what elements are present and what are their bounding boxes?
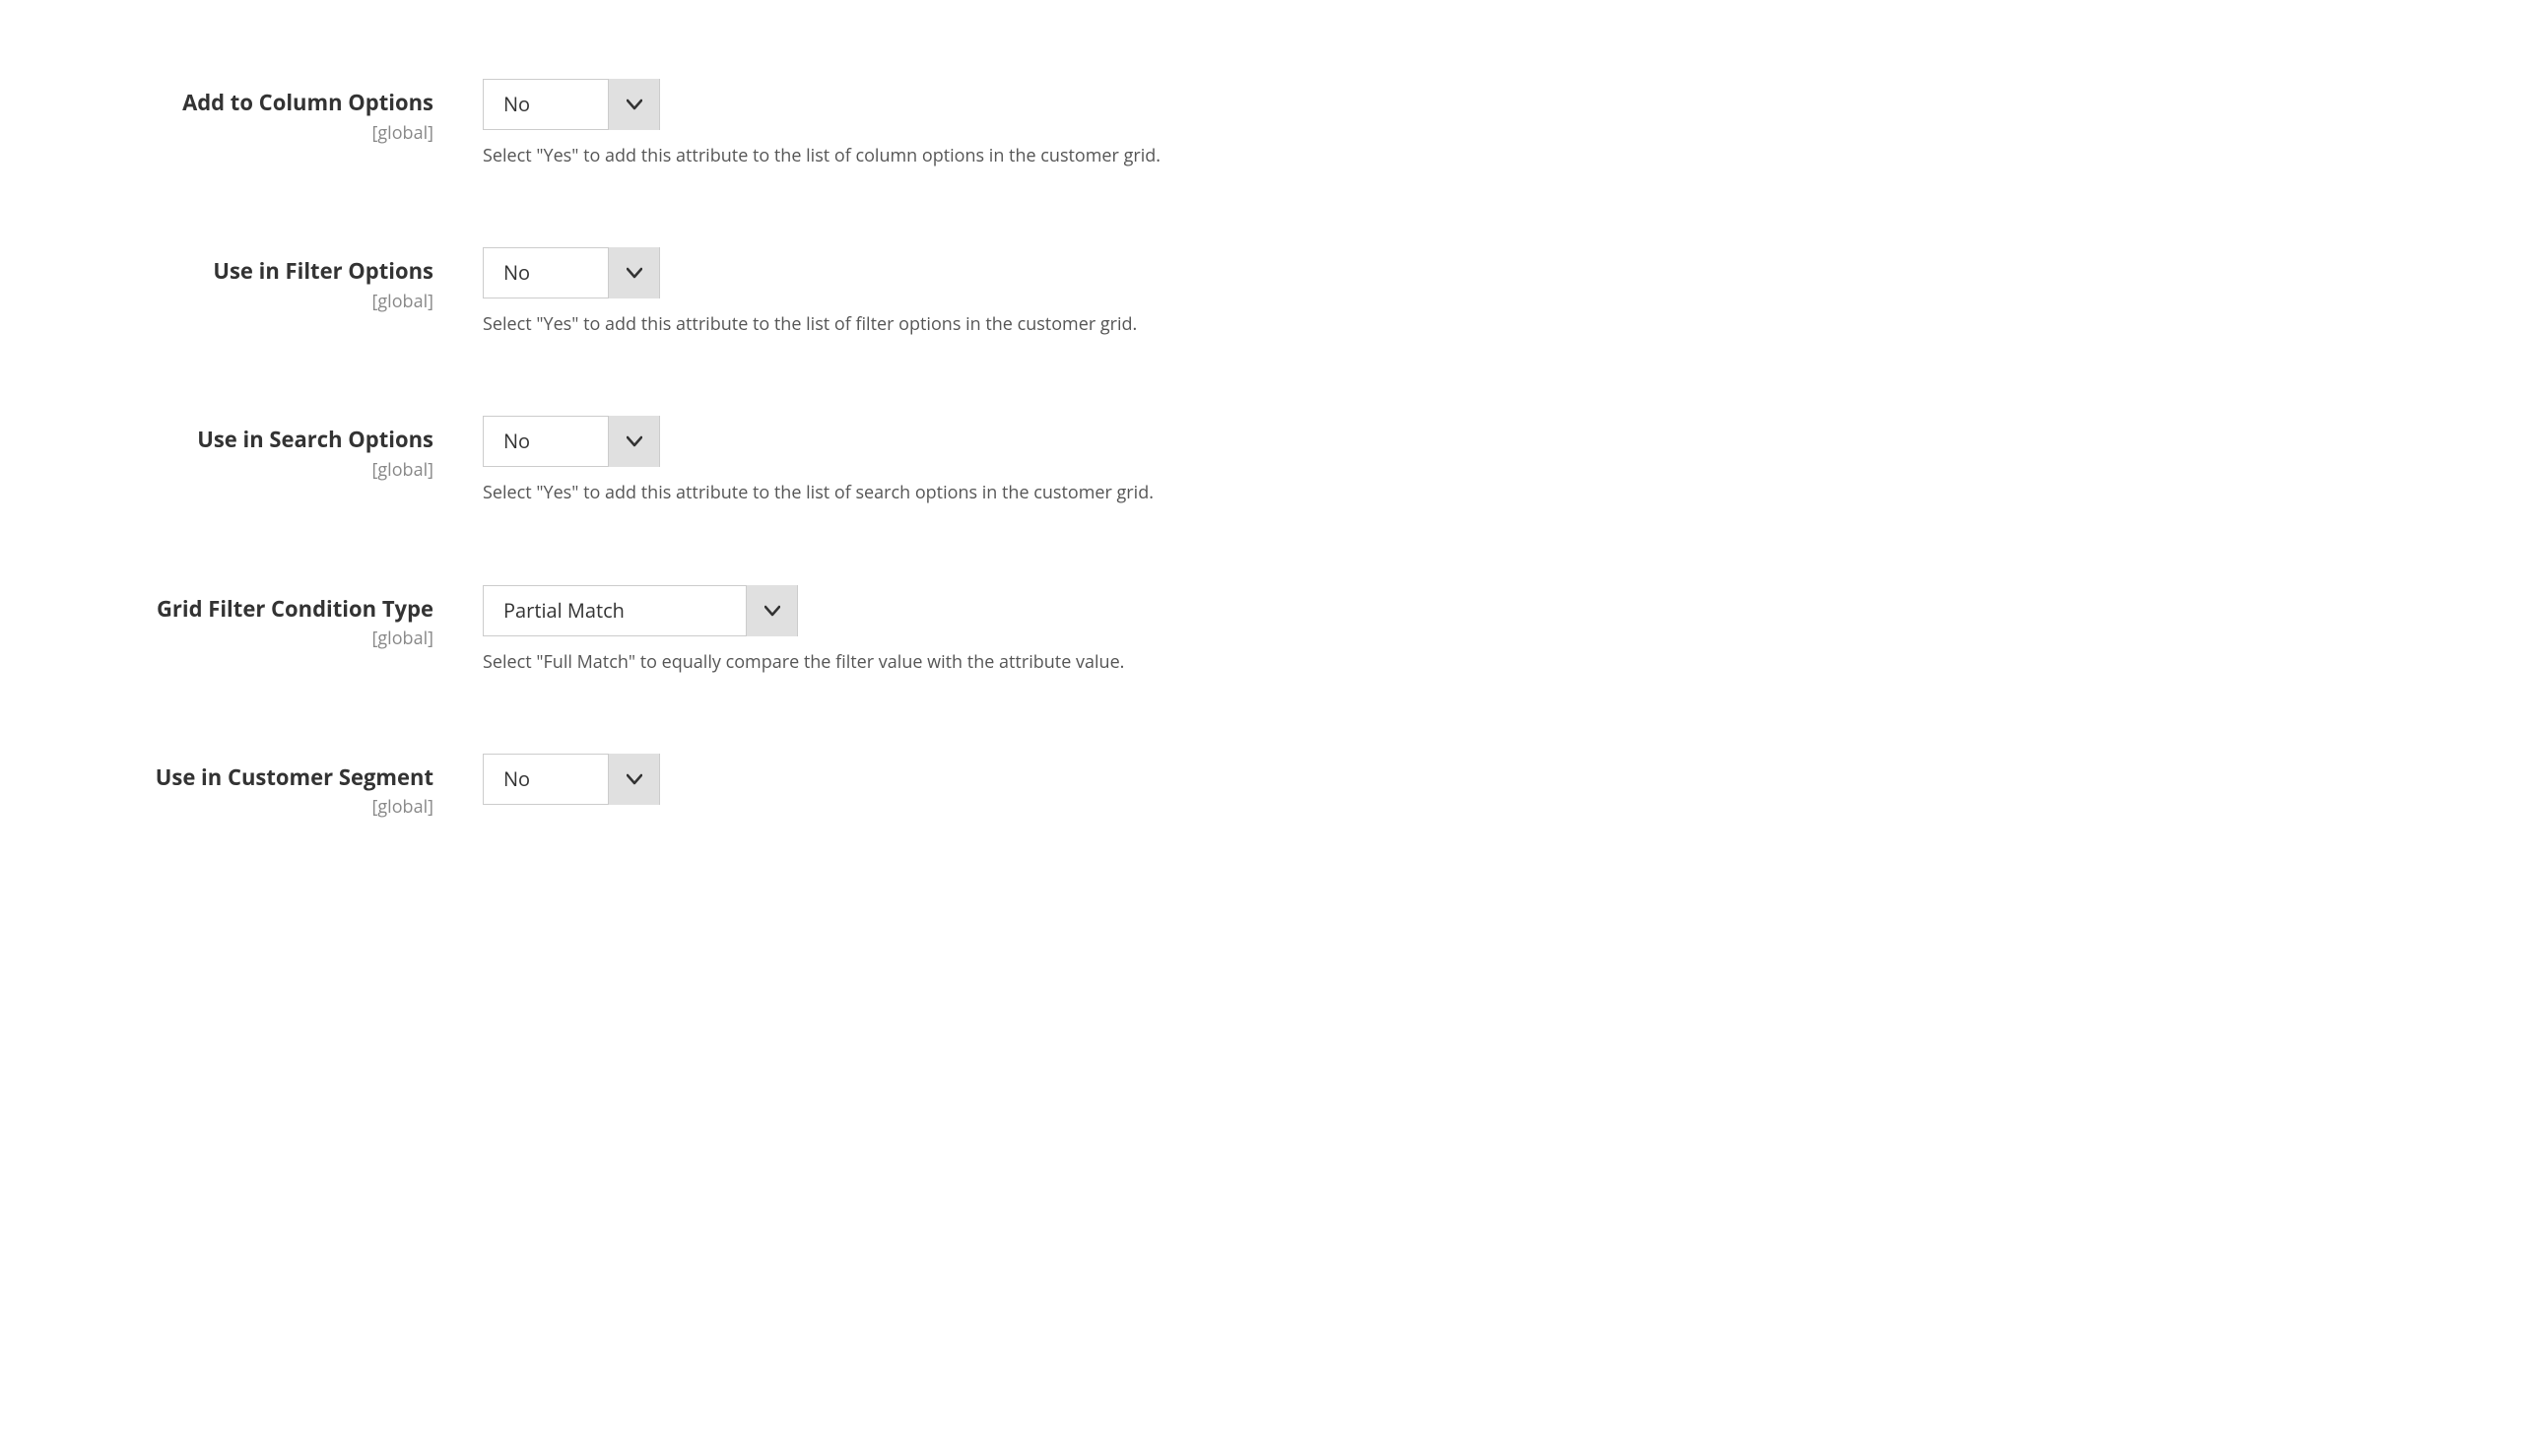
field-scope-grid-filter-condition-type: [global] bbox=[59, 627, 433, 650]
field-label-use-in-search-options: Use in Search Options bbox=[59, 426, 433, 454]
select-grid-filter-condition-type[interactable]: Partial Match bbox=[483, 585, 798, 636]
field-scope-use-in-customer-segment: [global] bbox=[59, 795, 433, 819]
field-label-add-to-column-options: Add to Column Options bbox=[59, 89, 433, 117]
select-use-in-search-options[interactable]: No bbox=[483, 416, 660, 467]
field-label-use-in-customer-segment: Use in Customer Segment bbox=[59, 763, 433, 792]
chevron-down-icon-add-to-column-options[interactable] bbox=[608, 79, 659, 130]
field-hint-use-in-search-options: Select "Yes" to add this attribute to th… bbox=[483, 481, 2463, 505]
label-cell-use-in-search-options: Use in Search Options [global] bbox=[59, 416, 473, 482]
form-row-use-in-customer-segment: Use in Customer Segment [global] No bbox=[0, 714, 2522, 859]
select-value-add-to-column-options: No bbox=[484, 79, 608, 130]
select-value-grid-filter-condition-type: Partial Match bbox=[484, 585, 746, 636]
form-table: Add to Column Options [global] No Select "… bbox=[0, 39, 2522, 858]
chevron-down-icon-grid-filter-condition-type[interactable] bbox=[746, 585, 797, 636]
select-value-use-in-customer-segment: No bbox=[484, 754, 608, 805]
control-cell-use-in-customer-segment: No bbox=[473, 754, 2463, 805]
chevron-down-icon-use-in-customer-segment[interactable] bbox=[608, 754, 659, 805]
select-value-use-in-filter-options: No bbox=[484, 247, 608, 298]
field-scope-add-to-column-options: [global] bbox=[59, 121, 433, 145]
settings-page: Add to Column Options [global] No Select "… bbox=[0, 0, 2522, 1456]
field-scope-use-in-search-options: [global] bbox=[59, 458, 433, 482]
select-use-in-filter-options[interactable]: No bbox=[483, 247, 660, 298]
form-row-grid-filter-condition-type: Grid Filter Condition Type [global] Partia… bbox=[0, 546, 2522, 714]
control-cell-grid-filter-condition-type: Partial Match Select "Full Match" to equ… bbox=[473, 585, 2463, 675]
control-cell-use-in-filter-options: No Select "Yes" to add this attribute to… bbox=[473, 247, 2463, 337]
select-add-to-column-options[interactable]: No bbox=[483, 79, 660, 130]
select-value-use-in-search-options: No bbox=[484, 416, 608, 467]
field-hint-grid-filter-condition-type: Select "Full Match" to equally compare t… bbox=[483, 650, 2463, 675]
chevron-down-icon-use-in-filter-options[interactable] bbox=[608, 247, 659, 298]
form-row-use-in-filter-options: Use in Filter Options [global] No Select "… bbox=[0, 208, 2522, 376]
field-scope-use-in-filter-options: [global] bbox=[59, 290, 433, 313]
select-use-in-customer-segment[interactable]: No bbox=[483, 754, 660, 805]
label-cell-grid-filter-condition-type: Grid Filter Condition Type [global] bbox=[59, 585, 473, 651]
field-label-grid-filter-condition-type: Grid Filter Condition Type bbox=[59, 595, 433, 624]
label-cell-use-in-filter-options: Use in Filter Options [global] bbox=[59, 247, 473, 313]
form-row-add-to-column-options: Add to Column Options [global] No Select "… bbox=[0, 39, 2522, 208]
label-cell-use-in-customer-segment: Use in Customer Segment [global] bbox=[59, 754, 473, 820]
label-cell-add-to-column-options: Add to Column Options [global] bbox=[59, 79, 473, 145]
field-hint-add-to-column-options: Select "Yes" to add this attribute to th… bbox=[483, 144, 2463, 168]
chevron-down-icon-use-in-search-options[interactable] bbox=[608, 416, 659, 467]
form-row-use-in-search-options: Use in Search Options [global] No Select "… bbox=[0, 376, 2522, 545]
field-hint-use-in-filter-options: Select "Yes" to add this attribute to th… bbox=[483, 312, 2463, 337]
control-cell-use-in-search-options: No Select "Yes" to add this attribute to… bbox=[473, 416, 2463, 505]
control-cell-add-to-column-options: No Select "Yes" to add this attribute to… bbox=[473, 79, 2463, 168]
field-label-use-in-filter-options: Use in Filter Options bbox=[59, 257, 433, 286]
